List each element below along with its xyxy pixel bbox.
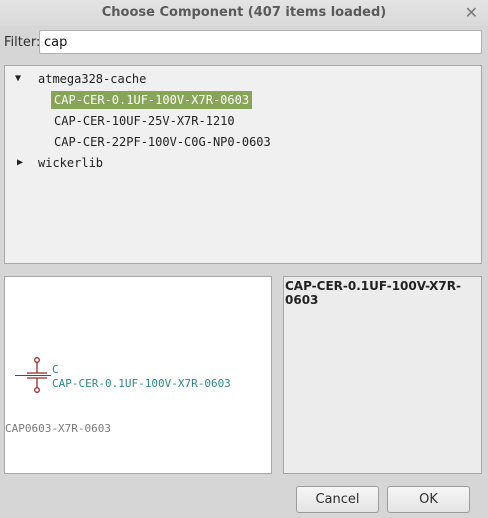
library-node-wickerlib[interactable]: ▶ wickerlib xyxy=(5,154,481,172)
component-info-panel: CAP-CER-0.1UF-100V-X7R-0603 xyxy=(283,276,482,474)
filter-input[interactable] xyxy=(39,30,482,54)
library-label: wickerlib xyxy=(38,156,104,170)
tree-item[interactable]: CAP-CER-10UF-25V-X7R-1210 xyxy=(51,112,238,130)
library-label: atmega328-cache xyxy=(38,72,147,86)
tree-item[interactable]: CAP-CER-22PF-100V-C0G-NP0-0603 xyxy=(51,133,274,151)
tree-item-selected[interactable]: CAP-CER-0.1UF-100V-X7R-0603 xyxy=(51,91,253,109)
overlapping-field-text: CAP0603-X7R-0603 xyxy=(5,422,111,435)
title-bar: Choose Component (407 items loaded) ✕ xyxy=(0,0,488,26)
window-title: Choose Component (407 items loaded) xyxy=(101,5,387,20)
close-icon[interactable]: ✕ xyxy=(465,3,478,22)
symbol-reference: C xyxy=(52,363,59,376)
component-tree[interactable]: ▼ atmega328-cache CAP-CER-0.1UF-100V-X7R… xyxy=(4,65,482,264)
chevron-down-icon[interactable]: ▼ xyxy=(15,70,21,88)
symbol-preview: C CAP-CER-0.1UF-100V-X7R-0603 CAP0603-X7… xyxy=(4,276,272,474)
component-info-name: CAP-CER-0.1UF-100V-X7R-0603 xyxy=(285,279,461,307)
chevron-right-icon[interactable]: ▶ xyxy=(17,154,23,172)
cancel-button[interactable]: Cancel xyxy=(296,486,379,513)
capacitor-symbol xyxy=(15,357,51,393)
filter-label: Filter: xyxy=(4,35,41,50)
capacitor-symbol-preview: C CAP-CER-0.1UF-100V-X7R-0603 CAP0603-X7… xyxy=(5,357,231,435)
library-node-atmega328-cache[interactable]: ▼ atmega328-cache xyxy=(5,70,481,88)
symbol-value: CAP-CER-0.1UF-100V-X7R-0603 xyxy=(52,377,231,390)
ok-button[interactable]: OK xyxy=(387,486,470,513)
